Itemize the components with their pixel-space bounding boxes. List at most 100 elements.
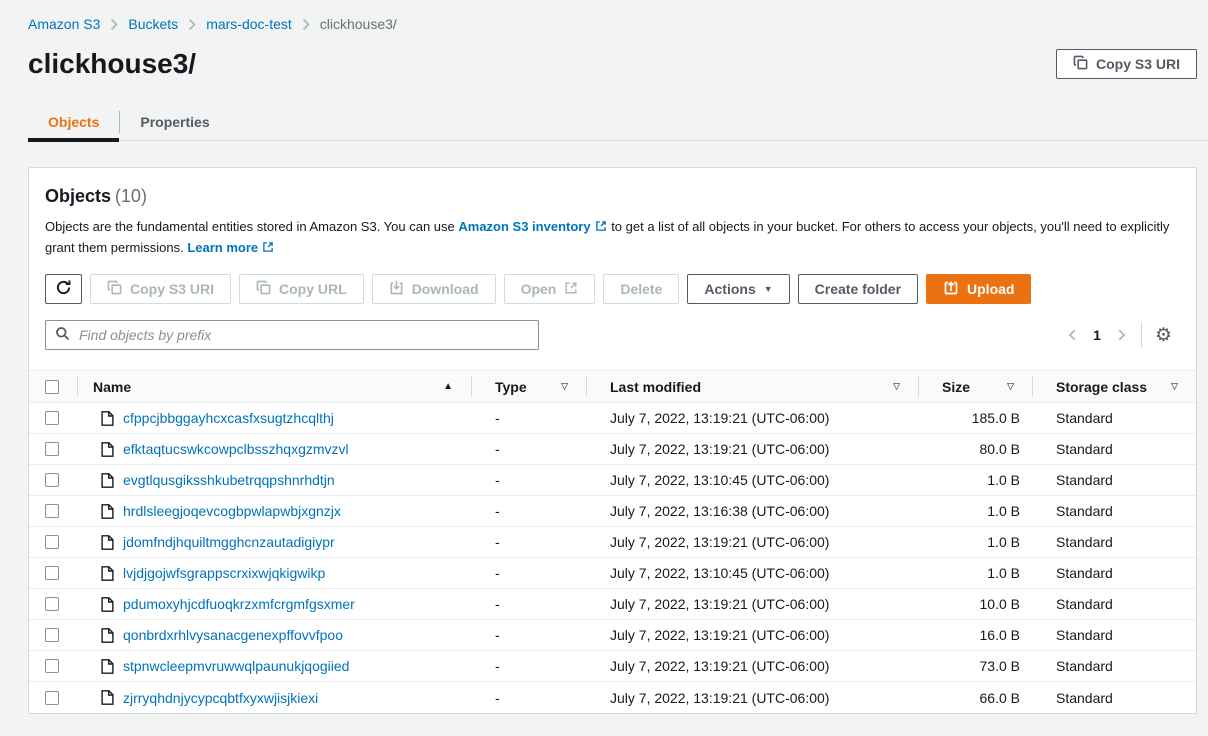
object-name-link[interactable]: hrdlsleegjoqevcogbpwlapwbjxgnzjx <box>123 503 341 519</box>
object-size-cell: 1.0 B <box>918 534 1032 550</box>
object-last-modified-cell: July 7, 2022, 13:19:21 (UTC-06:00) <box>586 596 918 612</box>
delete-button[interactable]: Delete <box>603 274 679 304</box>
object-type-cell: - <box>471 658 586 674</box>
object-name-link[interactable]: cfppcjbbggayhcxcasfxsugtzhcqlthj <box>123 410 334 426</box>
row-checkbox-cell <box>29 628 77 642</box>
table-row: jdomfndjhquiltmgghcnzautadigiypr - July … <box>29 527 1196 558</box>
breadcrumb-amazon-s3[interactable]: Amazon S3 <box>28 16 100 32</box>
object-storage-class-cell: Standard <box>1032 503 1196 519</box>
column-header-name[interactable]: Name ▲ <box>77 371 471 402</box>
current-page-number[interactable]: 1 <box>1093 327 1101 343</box>
row-checkbox[interactable] <box>45 597 59 611</box>
object-name-cell: hrdlsleegjoqevcogbpwlapwbjxgnzjx <box>77 503 471 519</box>
create-folder-button[interactable]: Create folder <box>798 274 918 304</box>
object-last-modified-cell: July 7, 2022, 13:19:21 (UTC-06:00) <box>586 410 918 426</box>
row-checkbox[interactable] <box>45 442 59 456</box>
row-checkbox-cell <box>29 535 77 549</box>
row-checkbox[interactable] <box>45 504 59 518</box>
row-checkbox-cell <box>29 659 77 673</box>
object-name-link[interactable]: lvjdjgojwfsgrappscrxixwjqkigwikp <box>123 565 325 581</box>
column-header-size[interactable]: Size ▽ <box>918 371 1032 402</box>
object-last-modified-cell: July 7, 2022, 13:19:21 (UTC-06:00) <box>586 658 918 674</box>
learn-more-link[interactable]: Learn more <box>187 240 275 255</box>
table-row: efktaqtucswkcowpclbsszhqxgzmvzvl - July … <box>29 434 1196 465</box>
row-checkbox[interactable] <box>45 659 59 673</box>
object-name-link[interactable]: jdomfndjhquiltmgghcnzautadigiypr <box>123 534 335 550</box>
object-name-cell: pdumoxyhjcdfuoqkrzxmfcrgmfgsxmer <box>77 596 471 612</box>
file-icon <box>101 690 114 705</box>
search-input[interactable] <box>77 326 529 344</box>
tab-properties[interactable]: Properties <box>120 104 229 140</box>
objects-description: Objects are the fundamental entities sto… <box>45 216 1180 258</box>
object-type-cell: - <box>471 472 586 488</box>
sortable-icon: ▽ <box>1007 381 1014 392</box>
upload-button[interactable]: Upload <box>926 274 1031 304</box>
object-name-link[interactable]: pdumoxyhjcdfuoqkrzxmfcrgmfgsxmer <box>123 596 355 612</box>
file-icon <box>101 442 114 457</box>
object-name-cell: lvjdjgojwfsgrappscrxixwjqkigwikp <box>77 565 471 581</box>
previous-page-icon[interactable] <box>1066 328 1080 342</box>
open-label: Open <box>521 281 557 297</box>
refresh-button[interactable] <box>45 274 82 304</box>
download-button[interactable]: Download <box>372 274 496 304</box>
object-storage-class-cell: Standard <box>1032 658 1196 674</box>
copy-s3-uri-label: Copy S3 URI <box>130 281 214 297</box>
table-row: qonbrdxrhlvysanacgenexpffovvfpoo - July … <box>29 620 1196 651</box>
open-button[interactable]: Open <box>504 274 596 304</box>
column-header-type[interactable]: Type ▽ <box>471 371 586 402</box>
column-header-last-modified[interactable]: Last modified ▽ <box>586 371 918 402</box>
object-storage-class-cell: Standard <box>1032 441 1196 457</box>
object-last-modified-cell: July 7, 2022, 13:19:21 (UTC-06:00) <box>586 690 918 706</box>
object-name-cell: stpnwcleepmvruwwqlpaunukjqogiied <box>77 658 471 674</box>
object-storage-class-cell: Standard <box>1032 410 1196 426</box>
object-type-cell: - <box>471 441 586 457</box>
object-size-cell: 1.0 B <box>918 472 1032 488</box>
file-icon <box>101 566 114 581</box>
tab-objects[interactable]: Objects <box>28 104 119 140</box>
select-all-checkbox[interactable] <box>45 380 59 394</box>
row-checkbox-cell <box>29 597 77 611</box>
row-checkbox[interactable] <box>45 473 59 487</box>
s3-bucket-page: Amazon S3 Buckets mars-doc-test clickhou… <box>0 0 1208 714</box>
search-box[interactable] <box>45 320 539 350</box>
breadcrumb-buckets[interactable]: Buckets <box>128 16 178 32</box>
actions-button[interactable]: Actions ▼ <box>687 274 789 304</box>
name-column-label: Name <box>93 379 131 395</box>
breadcrumb-separator-icon <box>110 18 118 31</box>
delete-label: Delete <box>620 281 662 297</box>
copy-s3-uri-button[interactable]: Copy S3 URI <box>90 274 231 304</box>
object-size-cell: 185.0 B <box>918 410 1032 426</box>
tab-bar: Objects Properties <box>28 104 1208 141</box>
settings-gear-icon[interactable]: ⚙ <box>1155 326 1172 345</box>
learn-more-label: Learn more <box>187 240 258 255</box>
pagination-divider <box>1141 322 1142 348</box>
file-icon <box>101 659 114 674</box>
object-storage-class-cell: Standard <box>1032 534 1196 550</box>
breadcrumb-bucket-name[interactable]: mars-doc-test <box>206 16 292 32</box>
object-name-link[interactable]: zjrryqhdnjycypcqbtfxyxwjisjkiexi <box>123 690 318 706</box>
sortable-icon: ▽ <box>893 381 900 392</box>
row-checkbox[interactable] <box>45 411 59 425</box>
next-page-icon[interactable] <box>1114 328 1128 342</box>
object-last-modified-cell: July 7, 2022, 13:16:38 (UTC-06:00) <box>586 503 918 519</box>
inventory-link-label: Amazon S3 inventory <box>458 219 590 234</box>
row-checkbox[interactable] <box>45 628 59 642</box>
breadcrumb-separator-icon <box>302 18 310 31</box>
object-name-link[interactable]: evgtlqusgiksshkubetrqqpshnrhdtjn <box>123 472 335 488</box>
breadcrumb: Amazon S3 Buckets mars-doc-test clickhou… <box>28 0 1208 32</box>
objects-table-header: Name ▲ Type ▽ Last modified ▽ Size ▽ Sto… <box>29 371 1196 403</box>
row-checkbox[interactable] <box>45 566 59 580</box>
amazon-s3-inventory-link[interactable]: Amazon S3 inventory <box>458 219 607 234</box>
copy-s3-uri-header-button[interactable]: Copy S3 URI <box>1056 49 1197 79</box>
object-name-link[interactable]: qonbrdxrhlvysanacgenexpffovvfpoo <box>123 627 343 643</box>
copy-url-button[interactable]: Copy URL <box>239 274 364 304</box>
object-last-modified-cell: July 7, 2022, 13:10:45 (UTC-06:00) <box>586 472 918 488</box>
object-name-link[interactable]: stpnwcleepmvruwwqlpaunukjqogiied <box>123 658 349 674</box>
search-row: 1 ⚙ <box>45 320 1180 350</box>
object-name-cell: jdomfndjhquiltmgghcnzautadigiypr <box>77 534 471 550</box>
column-header-storage-class[interactable]: Storage class ▽ <box>1032 371 1196 402</box>
external-link-icon <box>262 241 274 253</box>
row-checkbox[interactable] <box>45 535 59 549</box>
object-name-link[interactable]: efktaqtucswkcowpclbsszhqxgzmvzvl <box>123 441 349 457</box>
row-checkbox[interactable] <box>45 691 59 705</box>
